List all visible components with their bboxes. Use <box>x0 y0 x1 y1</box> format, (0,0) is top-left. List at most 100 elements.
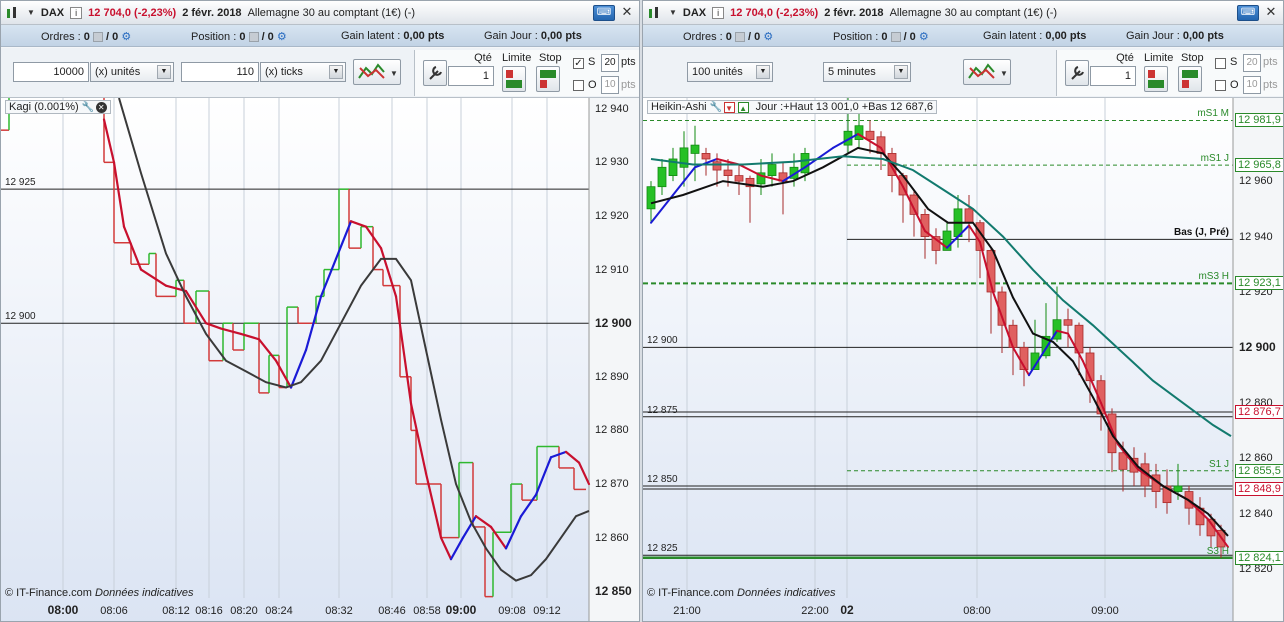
wrench-icon[interactable]: 🔧 <box>710 102 722 113</box>
s-checkbox[interactable]: ✓ <box>573 58 584 69</box>
chevron-down-icon[interactable]: ▼ <box>27 8 35 17</box>
copyright: © IT-Finance.com Données indicatives <box>5 587 194 599</box>
cancel-orders-icon[interactable] <box>734 32 745 43</box>
gear-icon[interactable]: ⚙ <box>919 31 929 43</box>
limit-order-button[interactable] <box>502 66 526 92</box>
s-checkbox[interactable] <box>1215 58 1226 69</box>
x-tick-label: 09:12 <box>533 605 561 617</box>
price-change: 12 704,0 (-2,23%) <box>88 6 177 19</box>
level-value-label: 12 855,5 <box>1235 463 1283 478</box>
chevron-down-icon[interactable]: ▼ <box>669 8 677 17</box>
tick-input[interactable]: 110 <box>181 62 259 82</box>
stop-order-button[interactable] <box>536 66 560 92</box>
x-tick-label: 09:08 <box>498 605 526 617</box>
gear-icon[interactable]: ⚙ <box>763 31 773 43</box>
window-titlebar[interactable]: ▼ DAX i 12 704,0 (-2,23%) 2 févr. 2018 A… <box>1 1 639 25</box>
level-value-label: 12 923,1 <box>1235 276 1283 291</box>
info-icon[interactable]: i <box>70 6 83 19</box>
arrow-up-icon[interactable]: ▲ <box>737 101 749 113</box>
order-qty-input[interactable]: 1 <box>448 66 494 86</box>
close-icon[interactable]: ✕ <box>95 101 107 113</box>
close-position-icon[interactable] <box>248 32 259 43</box>
copyright: © IT-Finance.com Données indicatives <box>647 587 836 599</box>
date-label: 2 févr. 2018 <box>824 6 884 19</box>
level-value-label: 12 965,8 <box>1235 158 1283 173</box>
indicators-button[interactable]: ▼ <box>963 59 1011 85</box>
position-status: Position : 0 / 0 ⚙ <box>191 31 287 43</box>
unit-select[interactable]: (x) unités ▼ <box>90 62 174 82</box>
arrow-down-icon[interactable]: ▼ <box>723 101 735 113</box>
candle-body <box>1063 319 1073 326</box>
candle-body <box>1008 324 1018 348</box>
price-line-label: 12 825 <box>647 543 678 555</box>
indicator-header[interactable]: Heikin-Ashi 🔧 ▼ ▲ Jour :+Haut 13 001,0 +… <box>647 100 937 114</box>
instrument-description: Allemagne 30 au comptant (1€) (-) <box>889 6 1058 19</box>
price-line-label: 12 900 <box>5 311 36 323</box>
indicator-header[interactable]: Kagi (0.001%) 🔧 ✕ <box>5 100 111 114</box>
x-tick-label: 08:58 <box>413 605 441 617</box>
interval-select[interactable]: 5 minutes ▼ <box>823 62 911 82</box>
candle-body <box>690 144 700 154</box>
s-points-input[interactable]: 20 <box>601 54 619 72</box>
window-titlebar[interactable]: ▼ DAX i 12 704,0 (-2,23%) 2 févr. 2018 A… <box>643 1 1283 25</box>
o-checkbox[interactable] <box>573 80 584 91</box>
candle-body <box>865 130 875 140</box>
close-icon[interactable]: ✕ <box>619 5 635 21</box>
info-icon[interactable]: i <box>712 6 725 19</box>
kagi-chart-canvas[interactable] <box>1 98 640 622</box>
kagi-chart[interactable]: Kagi (0.001%) 🔧 ✕ 12 940 12 930 12 920 12 9… <box>1 98 639 621</box>
s-points-input[interactable]: 20 <box>1243 54 1261 72</box>
o-checkbox[interactable] <box>1215 80 1226 91</box>
keyboard-icon[interactable]: ⌨ <box>1237 5 1259 21</box>
level-value-label: 12 876,7 <box>1235 405 1283 419</box>
chevron-down-icon: ▼ <box>894 65 908 79</box>
candle-body <box>854 125 864 140</box>
heikin-ashi-chart[interactable]: Heikin-Ashi 🔧 ▼ ▲ Jour :+Haut 13 001,0 +… <box>643 98 1283 621</box>
stop-order-button[interactable] <box>1178 66 1202 92</box>
chart-type-icon[interactable] <box>647 6 663 20</box>
latent-gain: Gain latent : 0,00 pts <box>983 30 1087 42</box>
tick-unit-select[interactable]: (x) ticks ▼ <box>260 62 346 82</box>
chevron-down-icon: ▼ <box>329 65 343 79</box>
plot-background <box>643 98 1233 621</box>
y-tick-label: 12 890 <box>595 370 629 383</box>
y-tick-label: 12 850 <box>595 584 632 599</box>
x-tick-label: 09:00 <box>1091 605 1119 617</box>
close-position-icon[interactable] <box>890 32 901 43</box>
limit-label: Limite <box>502 52 532 64</box>
close-icon[interactable]: ✕ <box>1263 5 1279 21</box>
gear-icon[interactable]: ⚙ <box>277 31 287 43</box>
orders-status: Ordres : 0 / 0 ⚙ <box>41 31 132 43</box>
chart-type-icon[interactable] <box>5 6 21 20</box>
x-tick-label: 08:06 <box>100 605 128 617</box>
indicators-button[interactable]: ▼ <box>353 59 401 85</box>
wrench-icon[interactable]: 🔧 <box>82 102 94 113</box>
x-axis: 08:00 08:06 08:12 08:16 08:20 08:24 08:32 08:46… <box>1 599 639 621</box>
units-select[interactable]: 100 unités ▼ <box>687 62 773 82</box>
heikin-ashi-chart-canvas[interactable] <box>643 98 1284 622</box>
plot-background <box>1 98 589 621</box>
candle-body <box>723 169 733 177</box>
y-tick-label: 12 840 <box>1239 507 1273 520</box>
candle-body <box>701 153 711 160</box>
order-qty-input[interactable]: 1 <box>1090 66 1136 86</box>
indicator-name: Kagi (0.001%) <box>9 101 79 113</box>
y-tick-label: 12 930 <box>595 156 629 169</box>
x-tick-label: 08:24 <box>265 605 293 617</box>
day-gain: Gain Jour : 0,00 pts <box>484 30 582 42</box>
keyboard-icon[interactable]: ⌨ <box>593 5 615 21</box>
account-statusbar: Ordres : 0 / 0 ⚙ Position : 0 / 0 ⚙ Gain… <box>643 25 1283 47</box>
quantity-input[interactable]: 10000 <box>13 62 89 82</box>
s-pts-label: pts <box>621 56 636 68</box>
limit-order-button[interactable] <box>1144 66 1168 92</box>
o-points-input[interactable]: 10 <box>1243 76 1261 94</box>
wrench-icon[interactable] <box>423 60 447 86</box>
chevron-down-icon: ▼ <box>157 65 171 79</box>
o-points-input[interactable]: 10 <box>601 76 619 94</box>
qty-label: Qté <box>474 52 492 64</box>
gear-icon[interactable]: ⚙ <box>121 31 131 43</box>
day-high-low: Jour :+Haut 13 001,0 +Bas 12 687,6 <box>755 101 933 113</box>
cancel-orders-icon[interactable] <box>92 32 103 43</box>
wrench-icon[interactable] <box>1065 60 1089 86</box>
x-tick-label: 08:00 <box>47 603 79 617</box>
